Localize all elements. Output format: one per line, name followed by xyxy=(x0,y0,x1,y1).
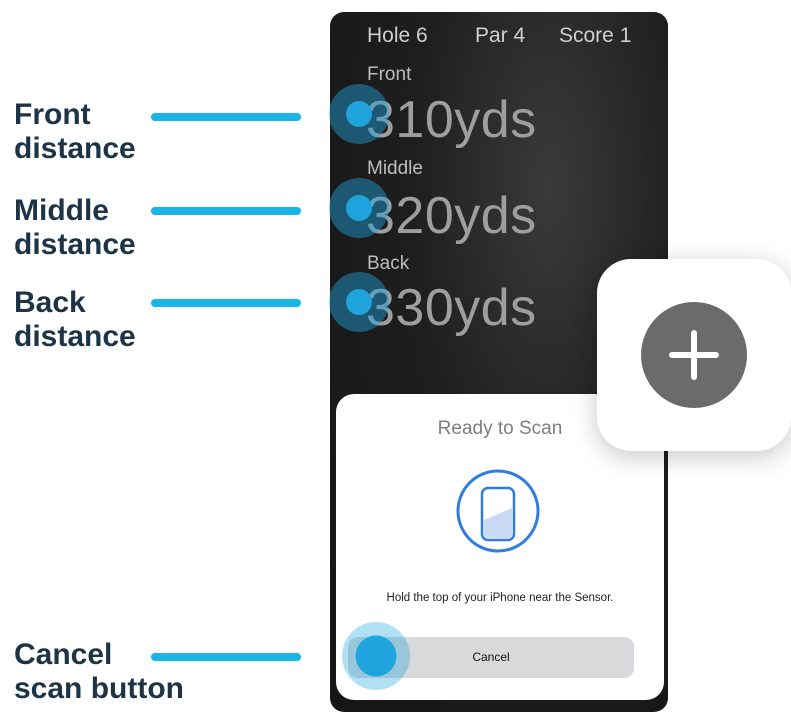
hole-number: Hole 6 xyxy=(367,24,428,47)
middle-label: Middle xyxy=(367,158,423,179)
scan-instruction: Hold the top of your iPhone near the Sen… xyxy=(386,592,614,604)
callout-line-cancel xyxy=(151,653,301,661)
callout-middle-distance: Middle distance xyxy=(14,194,136,261)
back-distance-value: 330yds xyxy=(366,279,537,337)
score-value: Score 1 xyxy=(559,24,632,47)
callout-line-middle xyxy=(151,207,301,215)
plus-icon[interactable] xyxy=(641,302,747,408)
front-distance-value: 310yds xyxy=(366,91,537,149)
middle-distance-value: 320yds xyxy=(366,187,537,245)
marker-cancel-button xyxy=(342,622,410,690)
callout-back-distance: Back distance xyxy=(14,286,136,353)
plus-icon-vertical xyxy=(691,330,697,380)
callout-line-back xyxy=(151,299,301,307)
front-label: Front xyxy=(367,64,412,85)
marker-front-distance xyxy=(329,84,389,144)
back-label: Back xyxy=(367,253,410,274)
callout-cancel-scan-button: Cancel scan button xyxy=(14,638,184,705)
scorecard-header: Hole 6 Par 4 Score 1 xyxy=(330,24,668,54)
marker-back-distance xyxy=(329,272,389,332)
par-value: Par 4 xyxy=(475,24,526,47)
marker-middle-distance xyxy=(329,178,389,238)
add-button-card[interactable] xyxy=(597,259,791,451)
callout-line-front xyxy=(151,113,301,121)
phone-scan-icon xyxy=(455,468,541,554)
callout-front-distance: Front distance xyxy=(14,98,136,165)
